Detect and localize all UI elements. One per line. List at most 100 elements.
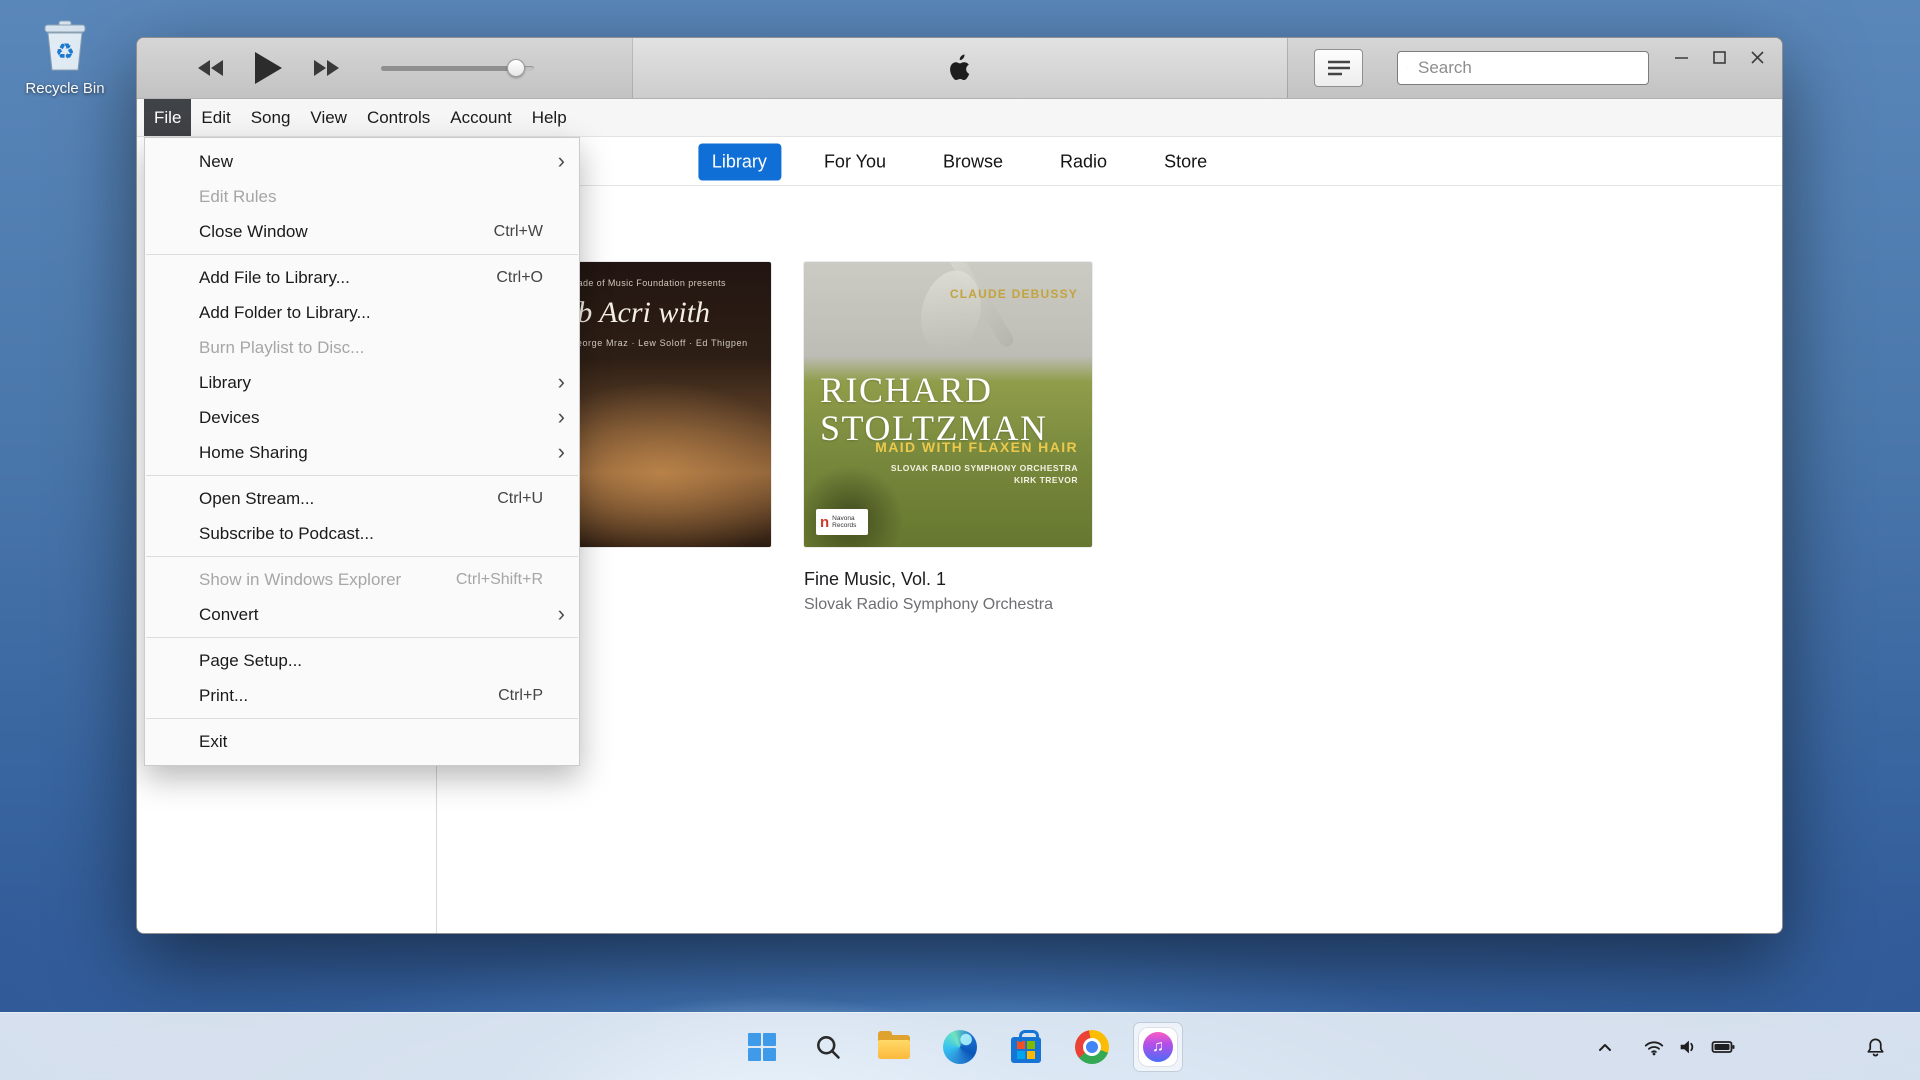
menu-item-add-file-to-library[interactable]: Add File to Library... Ctrl+O	[145, 260, 579, 295]
cover-performer-name: RICHARD STOLTZMAN	[820, 372, 1082, 448]
album-artist[interactable]: Slovak Radio Symphony Orchestra	[804, 596, 1092, 614]
close-button[interactable]	[1742, 43, 1772, 71]
edge-button[interactable]	[936, 1023, 984, 1071]
menu-controls[interactable]: Controls	[357, 99, 440, 136]
chrome-icon	[1075, 1030, 1109, 1064]
menu-help[interactable]: Help	[522, 99, 577, 136]
tab-radio[interactable]: Radio	[1046, 143, 1121, 180]
menu-item-print[interactable]: Print... Ctrl+P	[145, 678, 579, 713]
battery-icon	[1711, 1036, 1735, 1058]
submenu-chevron-icon: ›	[558, 368, 565, 394]
tab-library[interactable]: Library	[698, 143, 781, 180]
notification-bell-button[interactable]	[1854, 1027, 1896, 1067]
submenu-chevron-icon: ›	[558, 147, 565, 173]
play-button[interactable]	[254, 51, 283, 85]
menu-item-subscribe-to-podcast[interactable]: Subscribe to Podcast...	[145, 516, 579, 551]
windows-logo-icon	[748, 1033, 776, 1061]
menu-file[interactable]: File	[144, 99, 191, 136]
volume-knob[interactable]	[507, 59, 525, 77]
play-icon	[254, 51, 283, 85]
previous-button[interactable]	[197, 59, 224, 77]
menu-item-exit[interactable]: Exit	[145, 724, 579, 759]
microsoft-store-button[interactable]	[1002, 1023, 1050, 1071]
bell-icon	[1864, 1036, 1887, 1059]
cover-composer-text: CLAUDE DEBUSSY	[950, 287, 1078, 301]
hidden-icons-button[interactable]	[1588, 1027, 1622, 1067]
menu-separator	[146, 475, 578, 476]
menu-item-home-sharing[interactable]: Home Sharing ›	[145, 435, 579, 470]
menu-item-edit-rules: Edit Rules	[145, 179, 579, 214]
menu-item-library[interactable]: Library ›	[145, 365, 579, 400]
close-icon	[1750, 50, 1765, 65]
menu-account[interactable]: Account	[440, 99, 521, 136]
search-box[interactable]	[1397, 51, 1649, 85]
volume-fill	[381, 66, 516, 71]
record-label-mark: n	[820, 515, 829, 530]
menu-separator	[146, 556, 578, 557]
file-explorer-button[interactable]	[870, 1023, 918, 1071]
file-menu-dropdown: New › Edit Rules Close Window Ctrl+W Add…	[144, 137, 580, 766]
svg-text:♻: ♻	[55, 39, 75, 64]
spoon-image	[913, 264, 990, 360]
cover-album-title-text: MAID WITH FLAXEN HAIR	[875, 439, 1078, 455]
search-input[interactable]	[1418, 58, 1639, 78]
submenu-chevron-icon: ›	[558, 600, 565, 626]
header-divider	[438, 185, 1782, 186]
toolbar-divider	[632, 38, 633, 98]
submenu-chevron-icon: ›	[558, 438, 565, 464]
taskbar: ♫	[0, 1012, 1920, 1080]
itunes-icon: ♫	[1139, 1028, 1177, 1066]
taskbar-search-button[interactable]	[804, 1023, 852, 1071]
menu-song[interactable]: Song	[241, 99, 301, 136]
desktop: ♻ Recycle Bin	[0, 0, 1920, 1080]
recycle-bin[interactable]: ♻ Recycle Bin	[22, 18, 108, 97]
menu-view[interactable]: View	[300, 99, 357, 136]
menu-item-add-folder-to-library[interactable]: Add Folder to Library...	[145, 295, 579, 330]
menu-item-show-in-windows-explorer: Show in Windows Explorer Ctrl+Shift+R	[145, 562, 579, 597]
menu-item-page-setup[interactable]: Page Setup...	[145, 643, 579, 678]
menu-item-open-stream[interactable]: Open Stream... Ctrl+U	[145, 481, 579, 516]
record-label-logo: n Navona Records	[816, 509, 868, 535]
album-cell: CLAUDE DEBUSSY RICHARD STOLTZMAN MAID WI…	[804, 262, 1092, 614]
submenu-chevron-icon: ›	[558, 403, 565, 429]
menu-bar: File Edit Song View Controls Account Hel…	[137, 99, 1782, 137]
chevron-up-icon	[1594, 1036, 1616, 1058]
chrome-button[interactable]	[1068, 1023, 1116, 1071]
maximize-icon	[1712, 50, 1727, 65]
edge-icon	[943, 1030, 977, 1064]
nav-tabs: Library For You Browse Radio Store	[698, 143, 1221, 180]
start-button[interactable]	[738, 1023, 786, 1071]
menu-item-convert[interactable]: Convert ›	[145, 597, 579, 632]
itunes-toolbar	[137, 38, 1782, 99]
recycle-bin-icon: ♻	[41, 18, 89, 72]
tab-browse[interactable]: Browse	[929, 143, 1017, 180]
recycle-bin-label: Recycle Bin	[22, 80, 108, 97]
search-icon	[1407, 61, 1408, 76]
cover-conductor-text: KIRK TREVOR	[1014, 475, 1078, 485]
menu-separator	[146, 254, 578, 255]
volume-slider[interactable]	[381, 58, 534, 78]
up-next-list-button[interactable]	[1314, 49, 1363, 87]
album-cover-fine-music[interactable]: CLAUDE DEBUSSY RICHARD STOLTZMAN MAID WI…	[804, 262, 1092, 547]
itunes-window: File Edit Song View Controls Account Hel…	[136, 37, 1783, 934]
folder-icon	[878, 1035, 910, 1059]
previous-icon	[197, 59, 224, 77]
tab-for-you[interactable]: For You	[810, 143, 900, 180]
maximize-button[interactable]	[1704, 43, 1734, 71]
tab-store[interactable]: Store	[1150, 143, 1221, 180]
quick-settings-button[interactable]	[1630, 1027, 1748, 1067]
menu-item-devices[interactable]: Devices ›	[145, 400, 579, 435]
menu-item-new[interactable]: New ›	[145, 144, 579, 179]
minimize-button[interactable]	[1666, 43, 1696, 71]
menu-item-close-window[interactable]: Close Window Ctrl+W	[145, 214, 579, 249]
list-icon	[1327, 59, 1351, 77]
next-icon	[313, 59, 340, 77]
cover-performer-line1: RICHARD	[820, 372, 1082, 410]
album-title[interactable]: Fine Music, Vol. 1	[804, 569, 1092, 590]
next-button[interactable]	[313, 59, 340, 77]
toolbar-divider	[1287, 38, 1288, 98]
volume-icon	[1677, 1036, 1699, 1058]
minimize-icon	[1674, 50, 1689, 65]
menu-edit[interactable]: Edit	[191, 99, 240, 136]
itunes-taskbar-button[interactable]: ♫	[1134, 1023, 1182, 1071]
